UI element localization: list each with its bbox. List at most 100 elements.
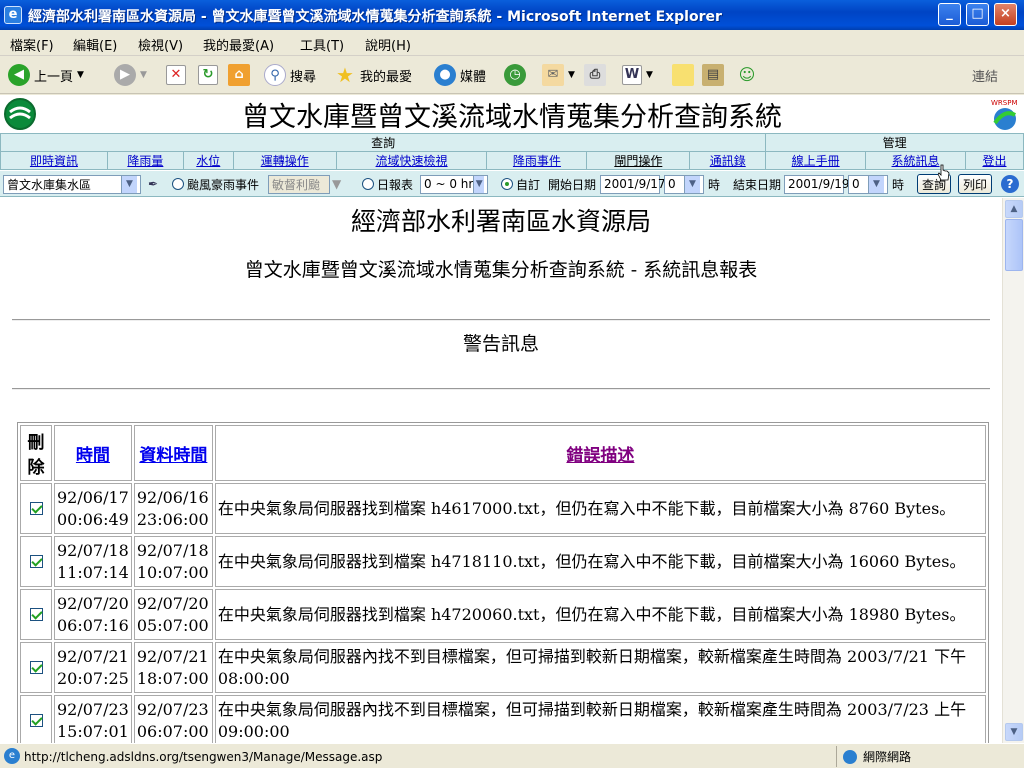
daily-radio[interactable]: 日報表	[362, 175, 413, 193]
end-hour-select[interactable]: 0 ▼	[848, 174, 888, 194]
mail-button[interactable]: ✉ ▼	[542, 62, 575, 88]
start-hour-select[interactable]: 0 ▼	[664, 174, 704, 194]
nav-basin-view[interactable]: 流域快速檢視	[335, 151, 488, 170]
row-error: 在中央氣象局伺服器找到檔案 h4718110.txt，但仍在寫入中不能下載，目前…	[214, 536, 986, 587]
search-button[interactable]: ⚲ 搜尋	[264, 62, 316, 88]
custom-radio[interactable]: 自訂	[501, 175, 540, 193]
ie-icon[interactable]: e	[4, 6, 22, 24]
typhoon-select[interactable]: 敏督利颱	[268, 174, 330, 194]
menu-tools[interactable]: 工具(T)	[300, 35, 344, 54]
maximize-button[interactable]: □	[966, 3, 989, 26]
messenger-icon: ☺	[738, 65, 756, 84]
home-button[interactable]: ⌂	[228, 62, 250, 88]
hand-cursor-icon	[938, 164, 950, 181]
media-globe-icon: ●	[434, 64, 456, 86]
favorites-label: 我的最愛	[360, 69, 413, 85]
scroll-down-icon[interactable]: ▼	[1005, 723, 1023, 741]
nav-system-message[interactable]: 系統訊息	[865, 151, 966, 170]
status-bar: e http://tlcheng.adsldns.org/tsengwen3/M…	[0, 743, 1024, 768]
chevron-down-icon: ▼	[77, 70, 84, 80]
media-button[interactable]: ● 媒體	[434, 62, 486, 88]
globe-icon	[843, 749, 857, 764]
nav-rain-event[interactable]: 降雨事件	[486, 151, 588, 170]
book-icon: ▤	[702, 64, 724, 86]
stop-button[interactable]: ✕	[166, 62, 186, 88]
print-toolbar-button[interactable]: ⎙	[584, 62, 606, 88]
menu-edit[interactable]: 編輯(E)	[73, 35, 117, 54]
menu-view[interactable]: 檢視(V)	[138, 35, 183, 54]
typhoon-radio-button[interactable]	[172, 178, 184, 190]
nav-directory[interactable]: 通訊錄	[689, 151, 767, 170]
stop-icon: ✕	[166, 65, 186, 85]
row-time: 92/07/21 20:07:25	[54, 642, 132, 693]
close-button[interactable]: ×	[994, 3, 1017, 26]
page-header: 曾文水庫暨曾文溪流域水情蒐集分析查詢系統 WRSPM	[0, 95, 1024, 133]
menu-help[interactable]: 說明(H)	[365, 35, 411, 54]
forward-button[interactable]: ▶ ▼	[114, 62, 147, 88]
favorites-button[interactable]: ★ 我的最愛	[334, 62, 412, 88]
daily-select[interactable]: 0 ~ 0 hr ▼	[420, 174, 488, 194]
web-page: 曾文水庫暨曾文溪流域水情蒐集分析查詢系統 WRSPM 查詢 管理 即時資訊 降雨…	[0, 95, 1024, 743]
nav-gate-operation[interactable]: 閘門操作	[586, 151, 691, 170]
row-data-time: 92/07/23 06:07:00	[133, 695, 213, 743]
back-label: 上一頁	[34, 69, 74, 85]
messenger-button[interactable]: ☺	[736, 62, 758, 88]
refresh-button[interactable]: ↻	[198, 62, 218, 88]
start-date-input[interactable]: 2001/9/17	[600, 174, 666, 194]
row-time: 92/06/17 00:06:49	[54, 483, 132, 534]
menu-file[interactable]: 檔案(F)	[10, 35, 54, 54]
area-select[interactable]: 曾文水庫集水區 ▼	[3, 174, 141, 194]
research-button[interactable]: ▤	[702, 62, 724, 88]
delete-checkbox[interactable]	[29, 502, 43, 515]
home-icon: ⌂	[228, 64, 250, 86]
col-data-time-link[interactable]: 資料時間	[139, 446, 207, 466]
area-select-value: 曾文水庫集水區	[7, 177, 92, 192]
toolbar: ◀ 上一頁 ▼ ▶ ▼ ✕ ↻ ⌂ ⚲ 搜尋 ★ 我的最愛 ● 媒體 ◷ ✉ ▼…	[0, 56, 1024, 94]
scroll-thumb[interactable]	[1005, 219, 1023, 271]
table-row: 92/07/21 20:07:25 92/07/21 18:07:00 在中央氣…	[20, 642, 986, 693]
links-label[interactable]: 連結	[972, 66, 998, 85]
title-bar[interactable]: e 經濟部水利署南區水資源局 - 曾文水庫暨曾文溪流域水情蒐集分析查詢系統 - …	[0, 0, 1024, 30]
history-button[interactable]: ◷	[504, 62, 526, 88]
page-icon: e	[4, 748, 20, 764]
vertical-scrollbar[interactable]: ▲ ▼	[1002, 198, 1024, 743]
notes-button[interactable]	[672, 62, 694, 88]
menu-favorites[interactable]: 我的最愛(A)	[203, 35, 274, 54]
back-button[interactable]: ◀ 上一頁 ▼	[8, 62, 84, 88]
nav-logout[interactable]: 登出	[964, 151, 1024, 170]
nav-water-level[interactable]: 水位	[182, 151, 234, 170]
agency-heading: 經濟部水利署南區水資源局	[350, 207, 651, 236]
scroll-up-icon[interactable]: ▲	[1005, 200, 1023, 218]
security-zone: 網際網路	[836, 746, 1024, 767]
nav-realtime[interactable]: 即時資訊	[0, 151, 108, 170]
delete-checkbox[interactable]	[29, 608, 43, 621]
edit-button[interactable]: W ▼	[622, 62, 653, 88]
help-icon[interactable]: ?	[1001, 175, 1019, 193]
delete-checkbox[interactable]	[29, 555, 43, 568]
nav-operation[interactable]: 運轉操作	[232, 151, 337, 170]
table-row: 92/07/23 15:07:01 92/07/23 06:07:00 在中央氣…	[20, 695, 986, 743]
daily-radio-button[interactable]	[362, 178, 374, 190]
end-date-input[interactable]: 2001/9/19	[784, 174, 850, 194]
row-time: 92/07/20 06:07:16	[54, 589, 132, 640]
nav-manual[interactable]: 線上手冊	[765, 151, 867, 170]
divider	[12, 388, 990, 390]
media-label: 媒體	[460, 69, 487, 85]
nav-rainfall[interactable]: 降雨量	[106, 151, 184, 170]
typhoon-radio[interactable]: 颱風豪雨事件	[172, 175, 259, 193]
custom-radio-button[interactable]	[501, 178, 513, 190]
message-table: 刪除 時間 資料時間 錯誤描述 92/06/17 00:06:49 92/06/…	[17, 422, 989, 743]
minimize-button[interactable]: _	[938, 3, 961, 26]
history-icon: ◷	[504, 64, 526, 86]
end-date-value: 2001/9/19	[788, 177, 850, 191]
menu-bar: 檔案(F) 編輯(E) 檢視(V) 我的最愛(A) 工具(T) 說明(H)	[0, 30, 1024, 85]
delete-checkbox[interactable]	[29, 661, 43, 674]
window-title: 經濟部水利署南區水資源局 - 曾文水庫暨曾文溪流域水情蒐集分析查詢系統 - Mi…	[28, 9, 722, 25]
system-title: 曾文水庫暨曾文溪流域水情蒐集分析查詢系統	[242, 102, 782, 133]
status-url: http://tlcheng.adsldns.org/tsengwen3/Man…	[24, 750, 383, 764]
wrspm-logo-icon: WRSPM	[990, 97, 1020, 131]
delete-checkbox[interactable]	[29, 714, 43, 727]
col-time-link[interactable]: 時間	[76, 446, 110, 466]
print-button[interactable]: 列印	[958, 174, 993, 194]
col-error-link[interactable]: 錯誤描述	[566, 446, 634, 466]
